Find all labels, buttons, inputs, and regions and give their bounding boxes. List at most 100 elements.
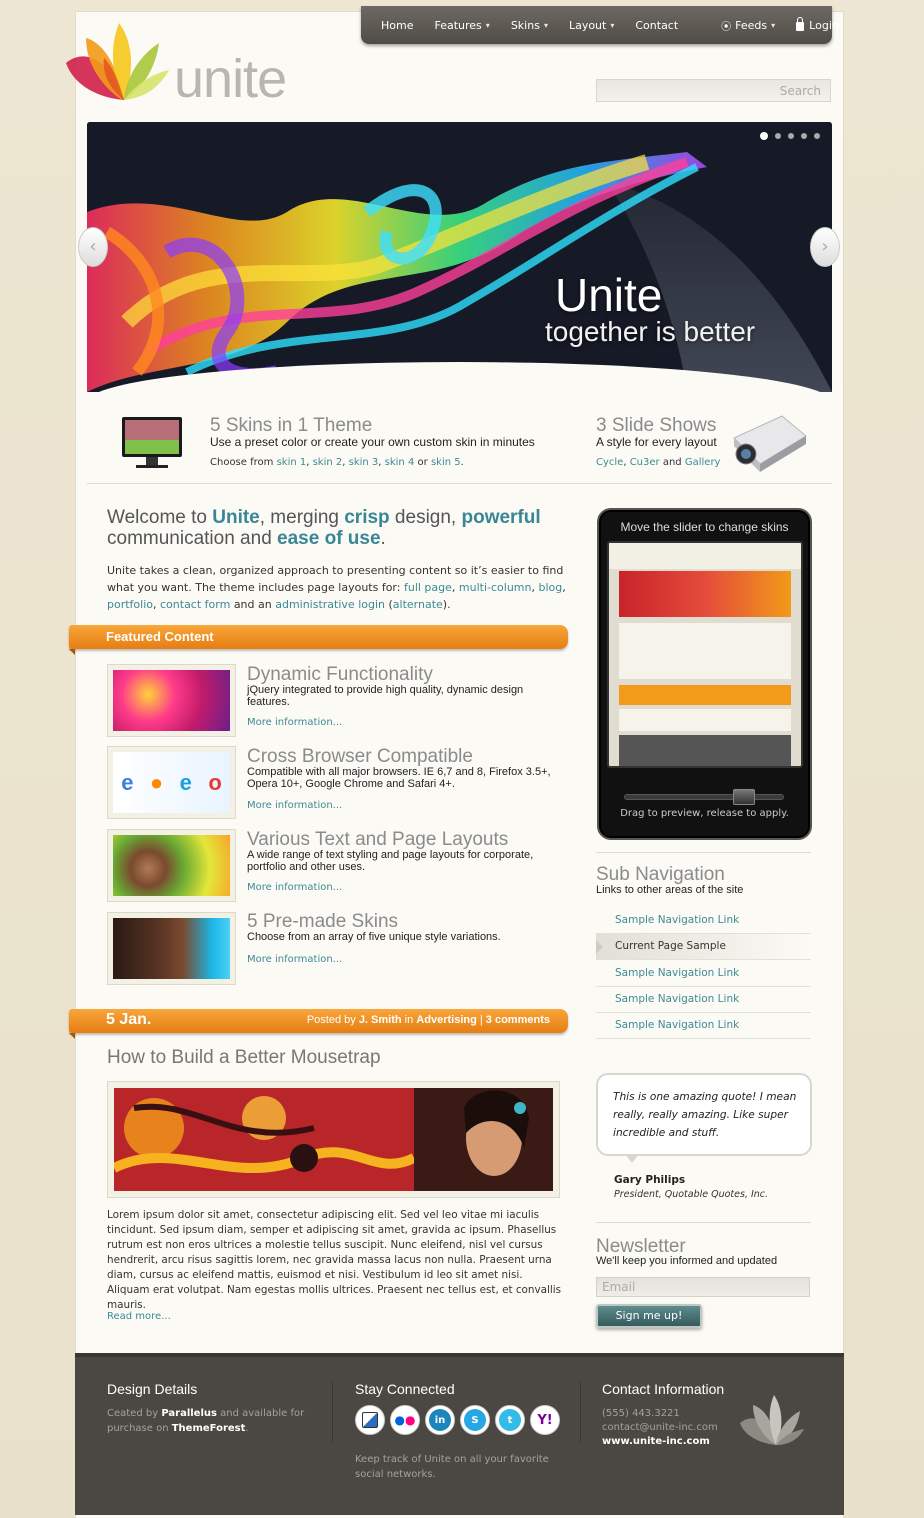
hero-artwork [87, 122, 832, 392]
email-field[interactable]: Email [596, 1277, 810, 1297]
post-author-link[interactable]: J. Smith [359, 1014, 402, 1026]
skin-slider-track[interactable] [624, 794, 784, 800]
more-info-link[interactable]: More information... [247, 882, 342, 893]
post-meta-bar: 5 Jan. Posted by J. Smith in Advertising… [69, 1009, 568, 1039]
featured-image [113, 918, 230, 979]
welcome-text: design, [389, 507, 462, 528]
divider [87, 483, 832, 484]
chevron-down-icon: ▾ [610, 20, 615, 30]
top-navigation: Home Features ▾ Skins ▾ Layout ▾ Contact ⦿ F… [361, 6, 839, 44]
newsletter-desc: We'll keep you informed and updated [596, 1255, 778, 1267]
more-info-link[interactable]: More information... [247, 717, 342, 728]
featured-image [113, 670, 230, 731]
post-category-link[interactable]: Advertising [416, 1014, 477, 1026]
slide-dot[interactable] [801, 133, 807, 139]
nav-contact-label: Contact [635, 18, 679, 32]
slide-dots [760, 132, 820, 140]
slideshow-link[interactable]: Cu3er [630, 457, 660, 468]
nav-layout[interactable]: Layout ▾ [569, 19, 614, 32]
skin-link[interactable]: skin 3 [349, 457, 379, 468]
slide-dot[interactable] [788, 133, 794, 139]
admin-login-link[interactable]: administrative login [275, 598, 385, 611]
layout-link[interactable]: portfolio [107, 598, 153, 611]
post-meta-text: in [404, 1014, 414, 1026]
layout-link[interactable]: contact form [160, 598, 230, 611]
hero-slider[interactable] [87, 122, 832, 392]
skin-link[interactable]: skin 5 [431, 457, 461, 468]
welcome-highlight: Unite [212, 507, 260, 528]
welcome-text: communication and [107, 528, 278, 549]
hero-title: Unite [555, 269, 663, 321]
twitter-icon[interactable]: t [495, 1405, 525, 1435]
linkedin-icon[interactable]: in [425, 1405, 455, 1435]
subnav-link[interactable]: Sample Navigation Link [596, 961, 811, 987]
featured-image [113, 835, 230, 896]
slide-dot[interactable] [775, 133, 781, 139]
slider-prev-button[interactable]: ‹ [78, 227, 108, 267]
layout-link[interactable]: blog [538, 581, 562, 594]
nav-features[interactable]: Features ▾ [434, 19, 489, 32]
nav-contact[interactable]: Contact [635, 19, 678, 32]
featured-desc: Compatible with all major browsers. IE 6… [247, 766, 551, 790]
skype-icon[interactable]: S [460, 1405, 490, 1435]
feature-slides-desc: A style for every layout [596, 435, 717, 449]
subnav-link[interactable]: Sample Navigation Link [596, 987, 811, 1013]
subnav-link[interactable]: Sample Navigation Link [596, 1013, 811, 1039]
skin-link[interactable]: skin 4 [385, 457, 415, 468]
feature-skins-desc: Use a preset color or create your own cu… [210, 435, 535, 449]
flickr-icon[interactable]: ● ● [390, 1405, 420, 1435]
more-info-link[interactable]: More information... [247, 800, 342, 811]
nav-home[interactable]: Home [381, 19, 413, 32]
post-artwork [111, 1088, 553, 1191]
footer-divider [332, 1381, 333, 1443]
footer-divider [580, 1381, 581, 1443]
delicious-icon[interactable] [355, 1405, 385, 1435]
preview-bar [619, 685, 791, 705]
skin-link[interactable]: skin 1 [277, 457, 307, 468]
skin-preview-screen[interactable] [607, 541, 803, 768]
featured-thumb[interactable]: e ● e o [107, 746, 236, 819]
nav-skins[interactable]: Skins ▾ [511, 19, 548, 32]
intro-paragraph: Unite takes a clean, organized approach … [107, 564, 566, 611]
or-label: or [417, 457, 428, 468]
skin-link[interactable]: skin 2 [313, 457, 343, 468]
slideshow-link[interactable]: Gallery [685, 457, 721, 468]
alternate-link[interactable]: alternate [393, 598, 443, 611]
slide-dot[interactable] [814, 133, 820, 139]
signup-button[interactable]: Sign me up! [596, 1304, 702, 1328]
read-more-link[interactable]: Read more... [107, 1311, 171, 1322]
slideshow-link[interactable]: Cycle [596, 457, 623, 468]
welcome-highlight: ease of use [277, 528, 381, 549]
more-info-link[interactable]: More information... [247, 954, 342, 965]
layout-link[interactable]: multi-column [459, 581, 532, 594]
intro-text: ). [442, 598, 451, 611]
featured-thumb[interactable] [107, 912, 236, 985]
featured-thumb[interactable] [107, 664, 236, 737]
post-comments-link[interactable]: 3 comments [486, 1014, 550, 1026]
search-input[interactable]: Search [596, 79, 831, 102]
author-link[interactable]: Parallelus [161, 1408, 217, 1419]
chevron-down-icon: ▾ [771, 20, 776, 30]
footer-web-link[interactable]: www.unite-inc.com [602, 1434, 710, 1449]
logo-icon[interactable] [64, 18, 174, 108]
skin-slider-handle[interactable] [733, 789, 755, 805]
post-meta-text: Posted by [306, 1014, 356, 1026]
featured-thumb[interactable] [107, 829, 236, 902]
slide-dot[interactable] [760, 132, 768, 140]
lock-icon [796, 16, 805, 31]
post-title[interactable]: How to Build a Better Mousetrap [107, 1047, 381, 1069]
featured-desc: jQuery integrated to provide high qualit… [247, 684, 524, 708]
yahoo-icon[interactable]: Y! [530, 1405, 560, 1435]
layout-link[interactable]: full page [404, 581, 452, 594]
post-image[interactable] [107, 1081, 560, 1198]
footer-email-link[interactable]: contact@unite-inc.com [602, 1420, 718, 1435]
nav-feeds[interactable]: ⦿ Feeds ▾ [721, 18, 775, 33]
nav-login[interactable]: Login [796, 16, 839, 32]
logo-text: unite [174, 49, 287, 109]
subnav-link[interactable]: Sample Navigation Link [596, 908, 811, 934]
monitor-icon [122, 417, 182, 468]
slider-next-button[interactable]: › [810, 227, 840, 267]
subnav-link-current[interactable]: Current Page Sample [596, 934, 811, 960]
chevron-down-icon: ▾ [485, 20, 490, 30]
market-link[interactable]: ThemeForest [172, 1423, 246, 1434]
